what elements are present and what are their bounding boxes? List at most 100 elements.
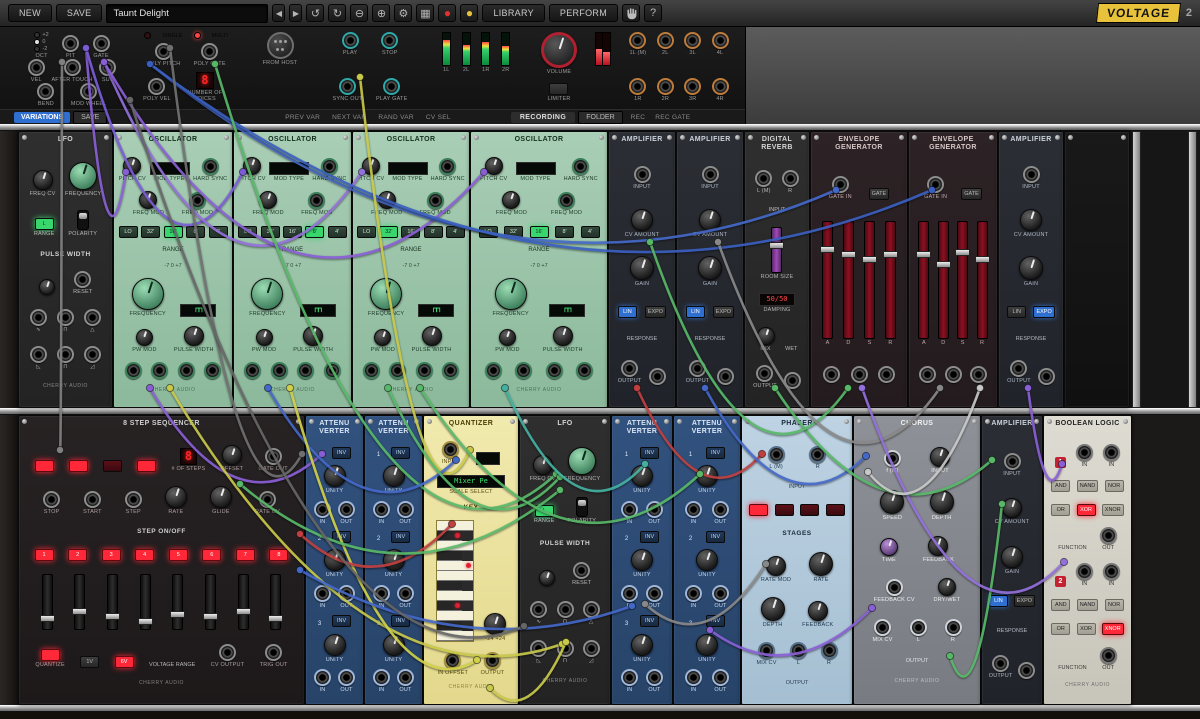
8-button[interactable]: 8' [555, 226, 574, 238]
or-button[interactable]: OR [1051, 504, 1070, 516]
display-display[interactable]: ⊓⊓ [300, 304, 336, 317]
glide-knob[interactable] [210, 486, 232, 508]
metronome-icon[interactable]: ● [460, 4, 478, 22]
jack-jack[interactable] [204, 362, 221, 379]
1v-button[interactable]: 1V [80, 656, 99, 668]
button-button[interactable] [103, 460, 122, 472]
lo-button[interactable]: LO [119, 226, 138, 238]
freq-mod-knob[interactable] [139, 191, 157, 209]
unity-knob[interactable] [631, 549, 653, 571]
damping-display[interactable]: 50/50 [759, 293, 795, 306]
lo-button[interactable]: LO [238, 226, 257, 238]
3r-jack[interactable] [684, 78, 701, 95]
lin-button[interactable]: LIN [1007, 306, 1026, 318]
frequency-knob[interactable] [568, 447, 596, 475]
a-slider[interactable] [822, 221, 833, 339]
8-button[interactable]: 8' [186, 226, 205, 238]
d-slider[interactable] [843, 221, 854, 339]
vel-jack[interactable] [28, 59, 45, 76]
inv-button[interactable]: INV [706, 447, 725, 459]
inv-button[interactable]: INV [391, 615, 410, 627]
lin-button[interactable]: LIN [618, 306, 637, 318]
button-button[interactable] [775, 504, 794, 516]
in-jack[interactable] [621, 501, 638, 518]
prev-var-label[interactable]: PREV VAR [285, 114, 320, 121]
inv-button[interactable]: INV [332, 615, 351, 627]
slider-slider[interactable] [74, 574, 85, 630]
pulse-width-knob[interactable] [303, 326, 323, 346]
rec-label[interactable]: REC [631, 114, 646, 121]
out-jack[interactable] [338, 669, 355, 686]
depth-knob[interactable] [761, 597, 785, 621]
gain-knob[interactable] [1001, 546, 1023, 568]
poly-pitch-jack[interactable] [155, 43, 172, 60]
1r-jack[interactable] [629, 78, 646, 95]
nand-button[interactable]: NAND [1077, 480, 1099, 492]
inv-button[interactable]: INV [391, 531, 410, 543]
settings-gear-icon[interactable]: ⚙ [394, 4, 412, 22]
out-jack[interactable] [397, 501, 414, 518]
piano-key[interactable] [437, 631, 473, 641]
out-jack[interactable] [646, 585, 663, 602]
stop-jack[interactable] [43, 491, 60, 508]
undo-icon[interactable]: ↺ [306, 4, 324, 22]
prev-patch-button[interactable]: ◀ [272, 4, 285, 22]
grid-view-icon[interactable]: ▦ [416, 4, 434, 22]
freq-mod-jack[interactable] [427, 192, 444, 209]
32-button[interactable]: 32' [141, 226, 160, 238]
r-jack[interactable] [809, 446, 826, 463]
7-button[interactable]: 7 [236, 549, 255, 561]
l-jack[interactable] [910, 619, 927, 636]
freq-mod-jack[interactable] [189, 192, 206, 209]
r-slider[interactable] [885, 221, 896, 339]
input-knob[interactable] [930, 447, 950, 467]
in-jack[interactable] [314, 669, 331, 686]
feedback-knob[interactable] [808, 601, 828, 621]
16-button[interactable]: 16' [164, 226, 183, 238]
item-jack[interactable] [57, 346, 74, 363]
l-m-jack[interactable] [755, 170, 772, 187]
frequency-knob[interactable] [251, 278, 283, 310]
out-jack[interactable] [712, 669, 729, 686]
r-jack[interactable] [821, 642, 838, 659]
mod-type-display[interactable] [388, 162, 428, 175]
output-jack[interactable] [689, 360, 706, 377]
frequency-knob[interactable] [495, 278, 527, 310]
polarity-switch[interactable] [576, 497, 588, 517]
5-button[interactable]: 5 [169, 549, 188, 561]
item-jack[interactable] [557, 601, 574, 618]
in-jack[interactable] [1076, 444, 1093, 461]
cv-amount-knob[interactable] [1002, 498, 1022, 518]
polarity-switch[interactable] [77, 210, 89, 230]
new-button[interactable]: NEW [8, 4, 52, 22]
pw-mod-knob[interactable] [256, 329, 273, 346]
patch-name-field[interactable]: Taunt Delight [106, 4, 268, 23]
2-button[interactable]: 2 [68, 549, 87, 561]
gate-in-jack[interactable] [927, 176, 944, 193]
freq-mod-knob[interactable] [502, 191, 520, 209]
step-jack[interactable] [125, 491, 142, 508]
variations-tab[interactable]: VARIATIONS [14, 112, 70, 123]
16-button[interactable]: 16' [283, 226, 302, 238]
gain-knob[interactable] [1019, 256, 1043, 280]
jack-jack[interactable] [970, 366, 987, 383]
cv-sel-label[interactable]: CV SEL [426, 114, 451, 121]
pw-mod-knob[interactable] [136, 329, 153, 346]
pulse-width-knob[interactable] [422, 326, 442, 346]
rate-knob[interactable] [165, 486, 187, 508]
time-knob[interactable] [880, 538, 898, 556]
item-jack[interactable] [30, 346, 47, 363]
folder-button[interactable]: FOLDER [578, 111, 622, 124]
gate-in-jack[interactable] [832, 176, 849, 193]
16-button[interactable]: 16' [401, 226, 420, 238]
quantize-button[interactable] [41, 649, 60, 661]
bend-jack[interactable] [37, 83, 54, 100]
6v-button[interactable]: 6V [115, 656, 134, 668]
sus-jack[interactable] [99, 59, 116, 76]
jack-jack[interactable] [271, 362, 288, 379]
in-jack[interactable] [1076, 563, 1093, 580]
out-jack[interactable] [338, 501, 355, 518]
mod-wheel-jack[interactable] [80, 83, 97, 100]
in-jack[interactable] [373, 669, 390, 686]
in-jack[interactable] [314, 501, 331, 518]
